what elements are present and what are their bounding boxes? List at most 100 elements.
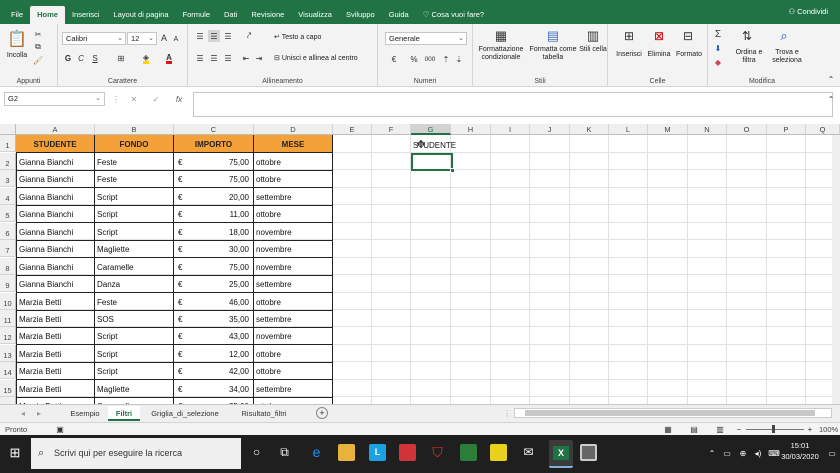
edge-icon[interactable]: e bbox=[308, 444, 325, 461]
cell-importo[interactable]: €20,00 bbox=[174, 188, 254, 206]
orientation-icon[interactable]: ⤤ bbox=[242, 30, 256, 42]
row-header-2[interactable]: 2 bbox=[0, 153, 16, 170]
clipboard-icon[interactable]: 📋 bbox=[7, 28, 27, 50]
cut-icon[interactable]: ✂ bbox=[33, 29, 43, 39]
font-color-button[interactable]: A bbox=[161, 53, 177, 64]
taskbar-search-box[interactable]: ⌕ Scrivi qui per eseguire la ricerca bbox=[31, 438, 241, 469]
row-header-4[interactable]: 4 bbox=[0, 188, 16, 205]
cell-studente[interactable]: Gianna Bianchi bbox=[16, 153, 95, 171]
cell-mese[interactable]: ottobre bbox=[254, 170, 333, 188]
cell-studente[interactable]: Gianna Bianchi bbox=[16, 258, 95, 276]
tab-file[interactable]: File bbox=[4, 6, 30, 24]
cell-mese[interactable]: ottobre bbox=[254, 345, 333, 363]
cell-importo[interactable]: €43,00 bbox=[174, 327, 254, 345]
format-as-table-icon[interactable]: ▤ bbox=[545, 28, 561, 44]
grow-font-button[interactable]: A bbox=[159, 32, 169, 44]
row-header-10[interactable]: 10 bbox=[0, 293, 16, 310]
align-bottom-icon[interactable]: ☰ bbox=[222, 30, 234, 42]
cell-fondo[interactable]: Feste bbox=[95, 170, 174, 188]
cell-studente[interactable]: Marzia Betti bbox=[16, 293, 95, 311]
tab-help[interactable]: Guida bbox=[382, 6, 416, 24]
scroll-right-icon[interactable]: ▸ bbox=[34, 408, 44, 418]
column-header-c[interactable]: C bbox=[174, 124, 254, 135]
insert-function-button[interactable]: fx bbox=[172, 93, 186, 105]
cell-studente[interactable]: Gianna Bianchi bbox=[16, 170, 95, 188]
cell-fondo[interactable]: Feste bbox=[95, 293, 174, 311]
windows-start-icon[interactable]: ⊞ bbox=[8, 445, 22, 460]
delete-cells-button[interactable]: Elimina bbox=[644, 51, 674, 59]
tab-insert[interactable]: Inserisci bbox=[65, 6, 107, 24]
column-header-k[interactable]: K bbox=[570, 124, 609, 135]
cell-mese[interactable]: ottobre bbox=[254, 293, 333, 311]
taskbar-clock[interactable]: 15:01 30/03/2020 bbox=[778, 440, 822, 462]
cell-fondo[interactable]: Caramelle bbox=[95, 258, 174, 276]
cell-fondo[interactable]: Feste bbox=[95, 153, 174, 171]
column-header-o[interactable]: O bbox=[727, 124, 767, 135]
sort-filter-icon[interactable]: ⇅ bbox=[739, 28, 755, 44]
align-center-icon[interactable]: ☰ bbox=[208, 52, 220, 64]
row-header-15[interactable]: 15 bbox=[0, 380, 16, 397]
cell-mese[interactable]: ottobre bbox=[254, 153, 333, 171]
format-cells-button[interactable]: Formato bbox=[674, 51, 704, 59]
sheet-tab-griglia[interactable]: Griglia_di_selezione bbox=[143, 406, 227, 421]
cell-studente[interactable]: Gianna Bianchi bbox=[16, 188, 95, 206]
volume-icon[interactable]: ◂) bbox=[752, 448, 764, 458]
column-header-a[interactable]: A bbox=[16, 124, 95, 135]
vertical-scrollbar[interactable] bbox=[832, 135, 840, 404]
header-fondo[interactable]: FONDO bbox=[95, 135, 174, 153]
column-header-n[interactable]: N bbox=[688, 124, 727, 135]
page-break-view-icon[interactable]: ▥ bbox=[714, 424, 726, 434]
cell-studente[interactable]: Marzia Betti bbox=[16, 397, 95, 404]
decrease-decimal-icon[interactable]: ⇣ bbox=[453, 53, 465, 65]
row-header-8[interactable]: 8 bbox=[0, 258, 16, 275]
font-size-select[interactable]: 12 ⌄ bbox=[127, 32, 157, 45]
macro-record-icon[interactable]: ▣ bbox=[55, 424, 65, 434]
column-header-h[interactable]: H bbox=[451, 124, 491, 135]
cell-studente[interactable]: Gianna Bianchi bbox=[16, 223, 95, 241]
active-cell-g2[interactable] bbox=[411, 153, 453, 171]
cell-fondo[interactable]: SOS bbox=[95, 310, 174, 328]
cell-importo[interactable]: €35,00 bbox=[174, 310, 254, 328]
row-header-14[interactable]: 14 bbox=[0, 362, 16, 379]
enter-button[interactable]: ✓ bbox=[151, 93, 161, 105]
expand-formula-icon[interactable]: ⌃ bbox=[826, 94, 836, 104]
column-header-l[interactable]: L bbox=[609, 124, 648, 135]
conditional-formatting-button[interactable]: Formattazione condizionale bbox=[475, 46, 527, 62]
app-window-icon[interactable] bbox=[580, 444, 597, 461]
row-header-6[interactable]: 6 bbox=[0, 223, 16, 240]
mail-icon[interactable]: ✉ bbox=[520, 444, 537, 461]
increase-indent-icon[interactable]: ⇥ bbox=[253, 52, 265, 64]
row-header-7[interactable]: 7 bbox=[0, 240, 16, 257]
row-header-3[interactable]: 3 bbox=[0, 170, 16, 187]
zoom-level[interactable]: 100% bbox=[819, 425, 838, 434]
shield-icon[interactable]: ⛉ bbox=[429, 444, 446, 461]
page-layout-view-icon[interactable]: ▤ bbox=[688, 424, 700, 434]
zoom-in-icon[interactable]: + bbox=[806, 424, 814, 434]
tab-review[interactable]: Revisione bbox=[244, 6, 291, 24]
cell-mese[interactable]: novembre bbox=[254, 223, 333, 241]
cell-studente[interactable]: Marzia Betti bbox=[16, 380, 95, 398]
cell-mese[interactable]: novembre bbox=[254, 258, 333, 276]
cell-importo[interactable]: €46,00 bbox=[174, 293, 254, 311]
cortana-icon[interactable]: ○ bbox=[248, 444, 265, 461]
app-l-icon[interactable]: L bbox=[369, 444, 386, 461]
cell-styles-icon[interactable]: ▥ bbox=[585, 28, 601, 44]
insert-cells-button[interactable]: Inserisci bbox=[612, 51, 646, 59]
number-format-select[interactable]: Generale ⌄ bbox=[385, 32, 467, 45]
column-header-j[interactable]: J bbox=[530, 124, 570, 135]
row-header-12[interactable]: 12 bbox=[0, 327, 16, 344]
cell-fondo[interactable]: Script bbox=[95, 327, 174, 345]
cell-importo[interactable]: €18,00 bbox=[174, 223, 254, 241]
cell-mese[interactable]: settembre bbox=[254, 380, 333, 398]
underline-button[interactable]: S bbox=[89, 53, 101, 64]
cell-fondo[interactable]: Magliette bbox=[95, 240, 174, 258]
formula-input[interactable] bbox=[193, 92, 833, 117]
task-view-icon[interactable]: ⧉ bbox=[276, 444, 293, 461]
cell-fondo[interactable]: Script bbox=[95, 345, 174, 363]
scrollbar-thumb[interactable] bbox=[525, 410, 815, 416]
column-header-f[interactable]: F bbox=[372, 124, 411, 135]
column-header-g[interactable]: G bbox=[411, 124, 451, 135]
cell-importo[interactable]: €30,00 bbox=[174, 240, 254, 258]
column-header-d[interactable]: D bbox=[254, 124, 333, 135]
borders-icon[interactable]: ⊞ bbox=[114, 53, 128, 64]
